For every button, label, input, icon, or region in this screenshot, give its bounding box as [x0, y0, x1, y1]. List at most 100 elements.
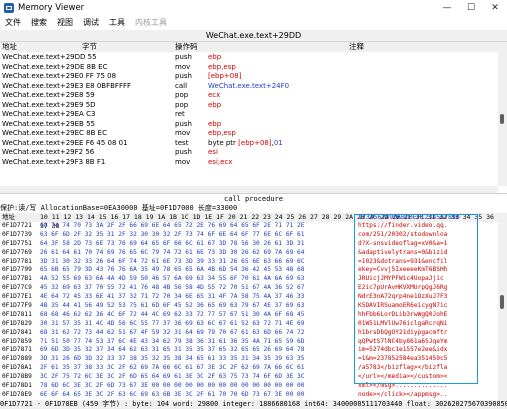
disasm-row[interactable]: WeChat.exe.text+29EC 8B EC mov ebp,esp	[0, 129, 498, 139]
disasm-row[interactable]: WeChat.exe.text+29F3 8B F1 mov esi,ecx	[0, 158, 498, 168]
disasm-row[interactable]: WeChat.exe.text+29E8 59 pop ecx	[0, 91, 498, 101]
disasm-row[interactable]: WeChat.exe.text+29E9 5D pop ebp	[0, 101, 498, 111]
disasm-opcode: push	[175, 119, 192, 128]
hex-row[interactable]: 0F1D7751 64 3F 58 2D 73 6E 73 76 69 64 65…	[0, 240, 498, 249]
disasm-operand: ebp	[208, 119, 222, 128]
hex-row-bytes: 4E 64 72 45 33 6E 41 37 32 71 72 70 34 6…	[40, 293, 305, 301]
disasm-row[interactable]: WeChat.exe.text+29EA C3 ret	[0, 110, 498, 120]
hex-row-address: 0F1D77B1	[2, 275, 32, 283]
hex-row[interactable]: 0F1D7811 68 68 46 62 62 36 4C 6F 72 44 4C…	[0, 311, 498, 320]
hex-row[interactable]: 0F1D7889 3D 31 26 6D 3D 32 33 37 38 35 32…	[0, 355, 498, 364]
hex-view[interactable]: 0F1D7721 68 74 74 70 73 3A 2F 2F 66 69 6E…	[0, 222, 498, 400]
disasm-row[interactable]: WeChat.exe.text+29EE F6 45 08 01 test byte…	[0, 139, 498, 149]
menu-file[interactable]: 文件	[0, 17, 26, 28]
hex-row[interactable]: 0F1D78B9 3C 2F 75 72 6C 3E 3C 2F 6D 65 64…	[0, 373, 498, 382]
minimize-button[interactable]: —	[435, 0, 459, 16]
disasm-address: WeChat.exe.text+29E0 FF 75 08	[2, 72, 117, 80]
window-controls: — ☐ ✕	[435, 0, 507, 16]
hex-row-ascii: K5DAVIRSuamoER6eicygN7ic	[358, 302, 448, 310]
hex-scroll-thumb[interactable]	[500, 295, 504, 309]
hex-row-ascii: d?X-snsvideoflag=xV0&a=1	[358, 239, 448, 247]
hex-row[interactable]: 0F1D7829 30 31 57 35 31 4C 4D 56 6C 55 77…	[0, 320, 498, 329]
hex-row-bytes: 30 31 57 35 31 4C 4D 56 6C 55 77 37 36 6…	[40, 319, 305, 327]
hex-row-address: 0F1D77C9	[2, 284, 32, 292]
hex-row[interactable]: 0F1D78E9 6E 6F 64 65 3E 3C 2F 63 6C 69 63…	[0, 391, 498, 400]
hex-row-bytes: 78 6D 6C 3E 3C 2F 6D 73 67 3E 00 00 00 0…	[40, 382, 305, 390]
disasm-address: WeChat.exe.text+29EA C3	[2, 110, 96, 118]
disasm-opcode: test	[175, 138, 189, 147]
disassembler-scroll-thumb[interactable]	[500, 114, 504, 124]
hex-row[interactable]: 0F1D7871 69 6D 3D 35 32 37 34 64 62 63 31…	[0, 346, 498, 355]
disasm-row[interactable]: WeChat.exe.text+29F2 56 push esi	[0, 148, 498, 158]
disasm-operand: ecx	[208, 91, 221, 99]
hex-row[interactable]: 0F1D7799 65 6B 65 79 3D 43 76 76 6A 35 49…	[0, 266, 498, 275]
hex-row[interactable]: 0F1D77B1 4A 52 55 69 63 6A 4A 4D 59 50 46…	[0, 275, 498, 284]
disasm-opcode: mov	[175, 62, 191, 71]
hex-row-ascii: ekey=Cvvj5IxeeeeKmT6BSHh	[358, 266, 448, 274]
hex-row-ascii: =1023&dotrans=931&encfil	[358, 257, 448, 265]
hex-row-address: 0F1D7739	[2, 230, 32, 238]
disasm-row[interactable]: WeChat.exe.text+29DD 55 push ebp	[0, 53, 498, 63]
column-header-opcode[interactable]: 操作码	[175, 42, 198, 52]
hex-row[interactable]: 0F1D7781 3D 31 30 32 33 26 64 6F 74 72 61…	[0, 258, 498, 267]
column-header-address[interactable]: 地址	[2, 42, 17, 52]
menu-tools[interactable]: 工具	[104, 17, 130, 28]
status-bar: 0F1D7721 - 0F1D78EB (459 字节) : byte: 104…	[0, 400, 507, 409]
hex-row-address: 0F1D7829	[2, 319, 32, 327]
disasm-row[interactable]: WeChat.exe.text+29EB 55 push ebp	[0, 120, 498, 130]
hex-row[interactable]: 0F1D77C9 45 32 69 63 37 70 55 72 41 76 48…	[0, 284, 498, 293]
disasm-opcode: mov	[175, 129, 191, 137]
disassembler-header: 地址 字节 操作码 注释	[0, 42, 498, 52]
column-header-bytes[interactable]: 字节	[82, 42, 97, 52]
hex-row-address: 0F1D7889	[2, 355, 32, 363]
hex-row[interactable]: 0F1D77E1 4E 64 72 45 33 6E 41 37 32 71 72…	[0, 293, 498, 302]
hex-row[interactable]: 0F1D7739 63 6F 6D 2F 32 35 31 2F 32 30 30…	[0, 231, 498, 240]
hex-row-ascii: node></click></appmsg>..	[358, 390, 448, 398]
disassembler-view[interactable]: WeChat.exe.text+29DD 55 push ebp WeChat.exe…	[0, 53, 498, 186]
disasm-opcode: ret	[175, 110, 185, 118]
hex-header-address: 地址	[2, 213, 15, 221]
hex-row[interactable]: 0F1D78D1 78 6D 6C 3E 3C 2F 6D 73 67 3E 00…	[0, 382, 498, 391]
disasm-opcode: push	[175, 148, 192, 156]
disasm-row[interactable]: WeChat.exe.text+29DE 8B EC mov ebp,esp	[0, 63, 498, 73]
hex-row-bytes: 2F 61 35 37 38 33 3C 2F 62 69 7A 66 6C 6…	[40, 364, 305, 372]
hex-row-address: 0F1D7751	[2, 239, 32, 247]
hex-header: 地址 10 11 12 13 14 15 16 17 18 19 1A 1B 1…	[0, 213, 498, 230]
disasm-address: WeChat.exe.text+29EB 55	[2, 119, 95, 128]
hex-row[interactable]: 0F1D7859 71 51 50 77 74 53 37 6C 4E 43 34…	[0, 338, 498, 347]
hex-row-bytes: 3D 31 30 32 33 26 64 6F 74 72 61 6E 73 3…	[40, 257, 305, 265]
disassembler-horizontal-scrollbar[interactable]	[0, 186, 498, 193]
disasm-row[interactable]: WeChat.exe.text+29E0 FF 75 08 push [ebp+08…	[0, 72, 498, 82]
column-header-comment[interactable]: 注释	[349, 42, 364, 52]
close-button[interactable]: ✕	[483, 0, 507, 16]
hex-row-ascii: im=5274dbc1e1557e2ee&idx	[358, 346, 448, 354]
hex-row[interactable]: 0F1D7721 68 74 74 70 73 3A 2F 2F 66 69 6E…	[0, 222, 498, 231]
menu-search[interactable]: 搜索	[26, 17, 52, 28]
hex-header-ascii: 1234567890ABCDEF1234567890	[358, 213, 460, 221]
maximize-button[interactable]: ☐	[459, 0, 483, 16]
menu-view[interactable]: 视图	[52, 17, 78, 28]
hex-row-address: 0F1D78B9	[2, 373, 32, 381]
menu-debug[interactable]: 调试	[78, 17, 104, 28]
hex-row[interactable]: 0F1D78A1 2F 61 35 37 38 33 3C 2F 62 69 7A…	[0, 364, 498, 373]
disasm-opcode: push	[175, 72, 192, 80]
hex-row-bytes: 71 51 50 77 74 53 37 6C 4E 43 34 62 79 3…	[40, 337, 305, 345]
hex-row-ascii: qQPwtS7lNC4by861a65JqeYm	[358, 337, 448, 345]
disassembler-address-title: WeChat.exe.text+29DD	[0, 30, 507, 42]
disasm-address: WeChat.exe.text+29E8 59	[2, 91, 95, 99]
hex-row[interactable]: 0F1D77F9 4B 35 44 41 56 49 52 53 75 61 6D…	[0, 302, 498, 311]
hex-row-address: 0F1D7799	[2, 266, 32, 274]
hex-row[interactable]: 0F1D7769 26 61 64 61 70 74 69 76 65 6C 79…	[0, 249, 498, 258]
disasm-row[interactable]: WeChat.exe.text+29E3 E8 0BFBFFFF call WeCh…	[0, 82, 498, 92]
hex-row[interactable]: 0F1D7841 68 31 62 72 73 44 62 51 67 4F 59…	[0, 329, 498, 338]
disasm-address: WeChat.exe.text+29EE F6 45 08 01	[2, 138, 128, 147]
hex-row-ascii: xml></msg>..............	[358, 382, 448, 390]
disasm-opcode: mov	[175, 157, 191, 166]
hex-row-ascii: /a5783</bizflag></bizfla	[358, 364, 448, 372]
disasm-operand: esi,ecx	[208, 157, 233, 166]
disasm-operand: ebp,esp	[208, 62, 236, 71]
hex-row-address: 0F1D7721	[2, 222, 32, 229]
menu-kernel-tools[interactable]: 内核工具	[130, 17, 172, 28]
disasm-address: WeChat.exe.text+29E3 E8 0BFBFFFF	[2, 81, 132, 90]
disasm-operand: ebp,esp	[208, 129, 236, 137]
